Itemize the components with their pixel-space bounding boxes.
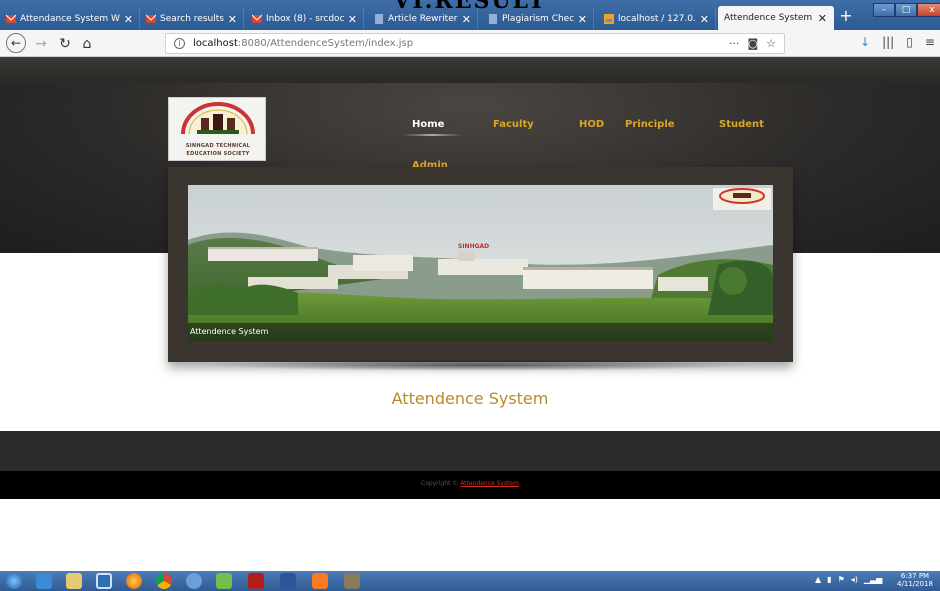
phpmyadmin-icon	[604, 14, 614, 24]
site-logo[interactable]: SINHGAD TECHNICAL EDUCATION SOCIETY	[168, 97, 266, 161]
logo-line1: SINHGAD TECHNICAL	[185, 143, 251, 149]
start-button-icon[interactable]	[6, 573, 22, 589]
reload-button[interactable]: ↻	[58, 34, 72, 53]
pocket-icon[interactable]: ◙	[747, 37, 758, 50]
menu-faculty[interactable]: Faculty	[493, 119, 534, 130]
tab-title: Attendance System W	[20, 14, 120, 24]
tray-app-icon[interactable]: ▮	[827, 575, 831, 584]
svg-text:SINHGAD: SINHGAD	[458, 243, 489, 250]
url-path: :8080/AttendenceSystem/index.jsp	[237, 38, 414, 49]
menu-icon[interactable]: ≡	[925, 35, 935, 49]
clock-date: 4/11/2018	[897, 580, 933, 588]
tab-title: Attendence System	[724, 13, 813, 23]
tab-title: localhost / 127.0.0.1 /	[618, 14, 696, 24]
network-signal-icon[interactable]: ▁▃▅	[864, 575, 882, 584]
tab-title: Article Rewriter OR Art	[388, 14, 458, 24]
page-icon	[375, 14, 383, 24]
tab-close-icon[interactable]: ✕	[124, 13, 133, 26]
app-icon[interactable]	[344, 573, 360, 589]
gmail-icon	[252, 14, 262, 23]
microsoft-word-icon[interactable]	[280, 573, 296, 589]
copyright-prefix: Copyright ©	[421, 480, 459, 487]
menu-student[interactable]: Student	[719, 119, 764, 130]
back-button[interactable]: ←	[6, 33, 26, 53]
copyright-link[interactable]: Attendence System	[460, 480, 519, 487]
bookmark-star-icon[interactable]: ☆	[766, 37, 776, 50]
campus-banner-image: SINHGAD	[188, 185, 773, 342]
tab-close-icon[interactable]: ✕	[228, 13, 237, 26]
top-strip	[0, 57, 940, 83]
file-explorer-icon[interactable]	[66, 573, 82, 589]
windows-taskbar: ▲ ▮ ⚑ ◂) ▁▃▅ 6:37 PM 4/11/2018	[0, 571, 940, 591]
tab-close-icon[interactable]: ✕	[700, 13, 709, 26]
tab-close-icon[interactable]: ✕	[578, 13, 587, 26]
app-icon[interactable]	[216, 573, 232, 589]
menu-principle[interactable]: Principle	[625, 119, 675, 130]
xampp-icon[interactable]	[312, 573, 328, 589]
network-app-icon[interactable]	[186, 573, 202, 589]
tab-close-icon[interactable]: ✕	[348, 13, 357, 26]
url-bar[interactable]: i localhost:8080/AttendenceSystem/index.…	[165, 33, 785, 54]
society-emblem-icon	[181, 102, 255, 135]
menu-home[interactable]: Home	[412, 119, 444, 130]
action-center-flag-icon[interactable]: ⚑	[838, 575, 845, 584]
acrobat-reader-icon[interactable]	[248, 573, 264, 589]
tab-title: Inbox (8) - srcdocs.cc	[266, 14, 344, 24]
toolbar-right: ↓ ||| ▯ ≡	[860, 35, 935, 49]
tab-title: Search results - srcdoc	[160, 14, 224, 24]
page-icon	[489, 14, 497, 24]
footer-top	[0, 431, 940, 471]
taskbar-clock[interactable]: 6:37 PM 4/11/2018	[893, 572, 937, 588]
page-actions-icon[interactable]: ···	[729, 37, 740, 50]
tab-close-icon[interactable]: ✕	[462, 13, 471, 26]
firefox-icon[interactable]	[126, 573, 142, 589]
home-button[interactable]: ⌂	[80, 34, 94, 53]
menu-hod[interactable]: HOD	[579, 119, 604, 130]
site-info-icon[interactable]: i	[174, 38, 185, 49]
clock-time: 6:37 PM	[900, 572, 930, 580]
navigation-bar: ← → ↻ ⌂ i localhost:8080/AttendenceSyste…	[0, 30, 940, 57]
tab-title: Plagiarism Checker - A	[502, 14, 574, 24]
gmail-icon	[6, 14, 16, 23]
url-host: localhost	[193, 38, 238, 49]
banner-caption: Attendence System	[188, 323, 773, 342]
system-tray: ▲ ▮ ⚑ ◂) ▁▃▅	[815, 575, 882, 584]
download-icon[interactable]: ↓	[860, 35, 870, 49]
copyright-text: Copyright © Attendence System	[0, 480, 940, 487]
forward-button[interactable]: →	[34, 34, 48, 53]
banner-frame-shadow	[200, 359, 760, 371]
menu-underline	[402, 134, 462, 136]
gmail-icon	[146, 14, 156, 23]
url-actions: ··· ◙ ☆	[729, 37, 776, 50]
media-player-icon[interactable]	[96, 573, 112, 589]
campus-photo: SINHGAD	[188, 185, 773, 342]
volume-icon[interactable]: ◂)	[851, 575, 858, 584]
library-icon[interactable]: |||	[882, 35, 894, 49]
sidebar-icon[interactable]: ▯	[906, 35, 913, 49]
site-title: Attendence System	[391, 389, 549, 408]
screen: Attendance System W ✕ Search results - s…	[0, 0, 940, 591]
chrome-icon[interactable]	[156, 573, 172, 589]
tray-chevron-icon[interactable]: ▲	[815, 575, 821, 584]
document-heading: VI.RESULT	[393, 0, 547, 14]
logo-line2: EDUCATION SOCIETY	[186, 151, 250, 157]
web-page: SINHGAD TECHNICAL EDUCATION SOCIETY Home…	[0, 57, 940, 571]
internet-explorer-icon[interactable]	[36, 573, 52, 589]
